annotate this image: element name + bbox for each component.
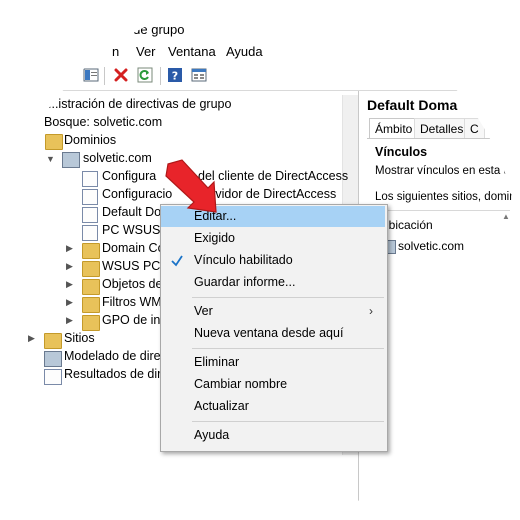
- menu-item-refresh[interactable]: Actualizar: [161, 396, 385, 417]
- linked-sites-text: Los siguientes sitios, domin: [375, 191, 516, 203]
- tree-modeling[interactable]: Modelado de direc: [64, 349, 167, 363]
- show-hide-tree-icon[interactable]: [82, 66, 100, 84]
- collapse-arrow-icon[interactable]: ▼: [46, 154, 55, 164]
- tab-settings[interactable]: C: [464, 118, 485, 139]
- screenshot-frame: ...tivas de grupo n Ver Ventana Ayuda ? …: [0, 0, 520, 520]
- menu-window[interactable]: Ventana: [168, 44, 216, 59]
- modeling-icon: [44, 351, 62, 367]
- folder-icon: [82, 297, 100, 313]
- expand-arrow-icon[interactable]: ▶: [66, 279, 73, 290]
- folder-icon: [82, 261, 100, 277]
- tree-item-directaccess-client-rest: del cliente de DirectAccess: [198, 169, 349, 183]
- tab-scope[interactable]: Ámbito: [369, 118, 419, 139]
- links-section-title: Vínculos: [375, 145, 428, 159]
- help-icon[interactable]: ?: [166, 66, 184, 84]
- tree-results[interactable]: Resultados de dire: [64, 367, 168, 381]
- gpo-link-icon: [82, 189, 98, 205]
- menu-view[interactable]: Ver: [136, 44, 156, 59]
- folder-icon: [45, 134, 63, 150]
- expand-arrow-icon[interactable]: ▶: [66, 315, 73, 326]
- tree-item-wmi-filters[interactable]: Filtros WM: [102, 295, 162, 309]
- delete-icon[interactable]: [112, 66, 130, 84]
- tab-details[interactable]: Detalles: [414, 118, 470, 139]
- title-bar: [0, 0, 520, 40]
- tree-forest[interactable]: Bosque: solvetic.com: [44, 115, 162, 129]
- svg-text:?: ?: [172, 70, 178, 83]
- toolbar: [0, 62, 520, 91]
- domain-icon: [62, 152, 80, 168]
- sort-up-icon: ▲: [502, 212, 510, 221]
- tree-item-starter-gpos[interactable]: GPO de ini: [102, 313, 163, 327]
- show-links-label: Mostrar vínculos en esta u: [375, 165, 510, 177]
- tab-divider: [367, 138, 520, 139]
- menu-item-view[interactable]: Ver ›: [161, 301, 385, 322]
- expand-arrow-icon[interactable]: ▶: [28, 333, 35, 344]
- menu-action[interactable]: n: [112, 44, 119, 59]
- gpo-link-icon: [82, 171, 98, 187]
- sites-folder-icon: [44, 333, 62, 349]
- tree-sites[interactable]: Sitios: [64, 331, 95, 345]
- folder-icon: [82, 315, 100, 331]
- menu-item-new-window[interactable]: Nueva ventana desde aquí: [161, 323, 385, 344]
- tree-item-pc-wsus[interactable]: PC WSUS: [102, 223, 160, 237]
- toolbar-separator: [104, 67, 105, 85]
- expand-arrow-icon[interactable]: ▶: [66, 261, 73, 272]
- gpo-link-icon: [82, 207, 98, 223]
- pointer-arrow-icon: [160, 158, 220, 221]
- tree-domain[interactable]: solvetic.com: [83, 151, 152, 165]
- tree-item-gpo-objects[interactable]: Objetos de: [102, 277, 162, 291]
- refresh-icon[interactable]: [136, 66, 154, 84]
- menu-separator: [192, 348, 384, 349]
- menu-item-link-enabled[interactable]: Vínculo habilitado: [161, 250, 385, 271]
- menu-item-enforced[interactable]: Exigido: [161, 228, 385, 249]
- toolbar-separator: [160, 67, 161, 85]
- menu-item-save-report[interactable]: Guardar informe...: [161, 272, 385, 293]
- submenu-arrow-icon: ›: [369, 304, 373, 318]
- column-divider: [370, 210, 510, 211]
- properties-icon[interactable]: [190, 66, 208, 84]
- expand-arrow-icon[interactable]: ▶: [66, 243, 73, 254]
- tree-item-directaccess-client[interactable]: Configura: [102, 169, 156, 183]
- window-title: ...tivas de grupo: [92, 22, 185, 37]
- menu-item-delete[interactable]: Eliminar: [161, 352, 385, 373]
- menu-help[interactable]: Ayuda: [226, 44, 263, 59]
- tree-item-default-domain[interactable]: Default Do: [102, 205, 161, 219]
- folder-icon: [82, 243, 100, 259]
- menu-separator: [192, 421, 384, 422]
- menu-item-rename[interactable]: Cambiar nombre: [161, 374, 385, 395]
- tree-item-domain-controllers[interactable]: Domain Co: [102, 241, 165, 255]
- details-title: Default Doma: [367, 97, 458, 113]
- menu-separator: [192, 297, 384, 298]
- expand-arrow-icon[interactable]: ▶: [66, 297, 73, 308]
- folder-icon: [82, 279, 100, 295]
- results-icon: [44, 369, 62, 385]
- tree-item-wsus-pc[interactable]: WSUS PC: [102, 259, 160, 273]
- menu-item-help[interactable]: Ayuda: [161, 425, 385, 446]
- gpo-link-icon: [82, 225, 98, 241]
- tree-root[interactable]: ...istración de directivas de grupo: [48, 97, 231, 111]
- location-value[interactable]: solvetic.com: [398, 239, 464, 253]
- tree-domains[interactable]: Dominios: [64, 133, 116, 147]
